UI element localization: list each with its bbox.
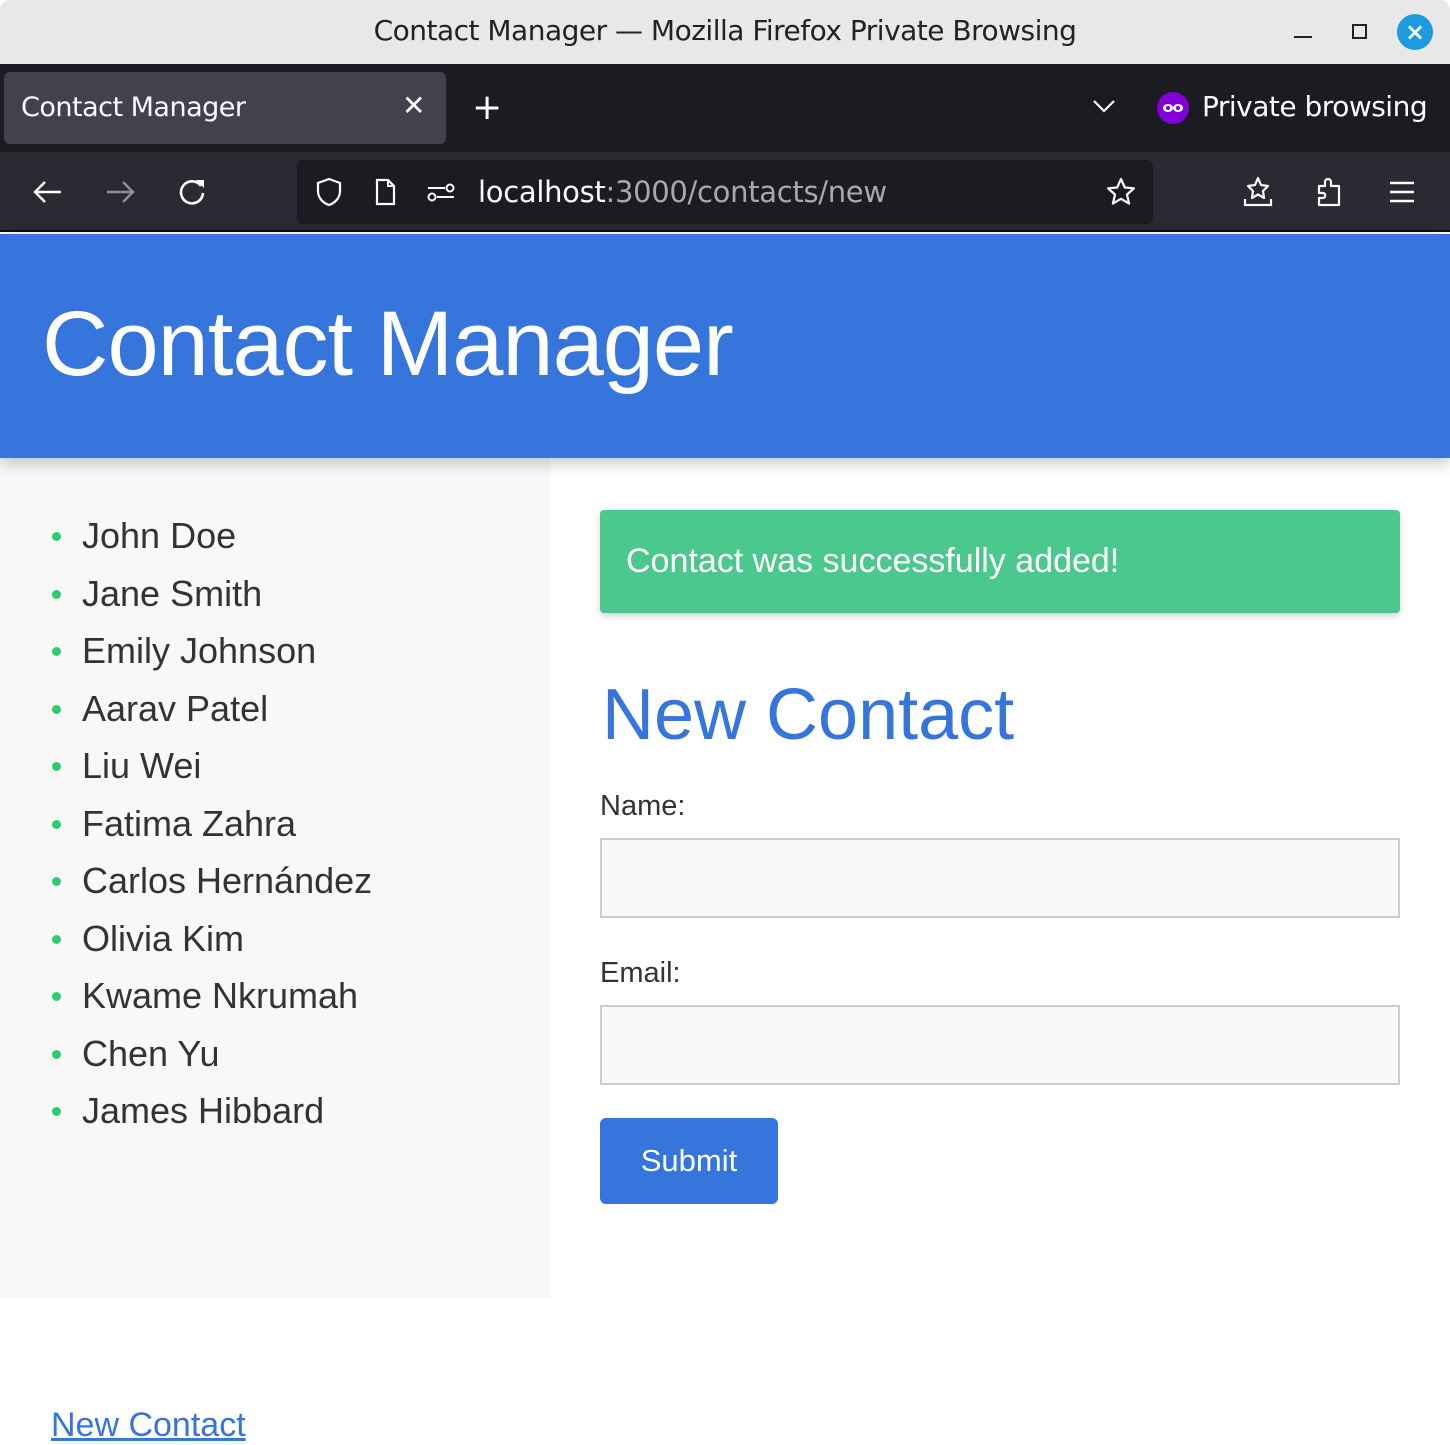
name-label: Name:	[600, 790, 686, 822]
bullet-icon	[52, 704, 61, 714]
contact-name: Jane Smith	[82, 572, 263, 614]
contact-list-item[interactable]: Liu Wei	[50, 746, 372, 804]
success-flash-message: Contact was successfully added!	[600, 510, 1400, 613]
bullet-icon	[52, 762, 61, 771]
back-button[interactable]	[30, 174, 66, 210]
forward-button[interactable]	[102, 174, 138, 210]
bullet-icon	[52, 992, 61, 1001]
star-icon[interactable]	[1105, 176, 1137, 208]
minimize-button[interactable]	[1294, 36, 1312, 38]
close-window-button[interactable]: ×	[1397, 14, 1433, 50]
bullet-icon	[52, 877, 61, 886]
email-label: Email:	[600, 957, 681, 989]
arrow-right-icon	[107, 181, 135, 203]
site-title: Contact Manager	[42, 293, 734, 395]
contact-list-item[interactable]: James Hibbard	[50, 1091, 372, 1149]
contact-name: Fatima Zahra	[82, 802, 297, 844]
contact-name: Chen Yu	[82, 1032, 220, 1074]
bullet-icon	[52, 1049, 61, 1059]
contact-name: Emily Johnson	[82, 630, 317, 671]
navigation-toolbar: localhost:3000/contacts/new	[0, 152, 1450, 232]
bullet-icon	[52, 532, 61, 541]
arrow-left-icon	[33, 181, 61, 203]
site-header: Contact Manager	[0, 234, 1450, 458]
tab-close-icon[interactable]: ✕	[402, 90, 425, 122]
puzzle-icon[interactable]	[1312, 174, 1348, 210]
window-title: Contact Manager — Mozilla Firefox Privat…	[373, 14, 1077, 47]
plus-icon: +	[472, 87, 503, 128]
private-browsing-label: Private browsing	[1202, 90, 1428, 123]
bullet-icon	[52, 647, 61, 656]
shield-icon[interactable]	[313, 176, 345, 208]
contact-list-item[interactable]: Carlos Hernández	[50, 861, 372, 919]
bullet-icon	[52, 819, 61, 829]
pocket-icon[interactable]	[1240, 174, 1276, 210]
tab-contact-manager[interactable]: Contact Manager ✕	[4, 72, 446, 144]
new-contact-link[interactable]: New Contact	[51, 1406, 246, 1445]
contact-name: Olivia Kim	[82, 917, 245, 959]
maximize-button[interactable]	[1352, 24, 1367, 39]
contact-list-item[interactable]: Fatima Zahra	[50, 802, 372, 862]
permissions-icon[interactable]	[425, 176, 457, 208]
url-text[interactable]: localhost:3000/contacts/new	[478, 175, 887, 209]
contact-name: John Doe	[82, 515, 237, 556]
page-icon[interactable]	[369, 176, 401, 208]
url-bar[interactable]: localhost:3000/contacts/new	[297, 160, 1153, 224]
contact-list-item[interactable]: Emily Johnson	[50, 631, 372, 689]
contact-name: Aarav Patel	[82, 687, 269, 729]
tab-strip: Contact Manager ✕ + Private browsing	[0, 64, 1450, 152]
new-tab-button[interactable]: +	[472, 90, 502, 126]
form-title: New Contact	[602, 675, 1015, 755]
close-icon: ×	[1404, 18, 1426, 46]
contact-name: Liu Wei	[82, 745, 202, 786]
contact-name: Carlos Hernández	[82, 860, 373, 901]
url-path: :3000/contacts/new	[605, 175, 887, 209]
contact-list-item[interactable]: Chen Yu	[50, 1032, 372, 1092]
sidebar: John Doe Jane Smith Emily Johnson Aarav …	[0, 458, 550, 1444]
tab-list-chevron-down-icon[interactable]	[1090, 92, 1118, 120]
contact-list-item[interactable]: Olivia Kim	[50, 917, 372, 977]
main-content: Contact was successfully added! New Cont…	[550, 458, 1450, 1298]
page-content: Contact Manager John Doe Jane Smith Emil…	[0, 234, 1450, 1444]
contact-list-item[interactable]: Kwame Nkrumah	[50, 976, 372, 1034]
tab-label: Contact Manager	[21, 92, 246, 123]
flash-text: Contact was successfully added!	[626, 542, 1120, 580]
window-titlebar: Contact Manager — Mozilla Firefox Privat…	[0, 0, 1450, 64]
url-host: localhost	[478, 175, 606, 209]
contact-list-item[interactable]: Aarav Patel	[50, 687, 372, 747]
email-input[interactable]	[600, 1005, 1400, 1085]
contact-name: James Hibbard	[82, 1090, 325, 1131]
private-browsing-icon	[1157, 92, 1189, 124]
bullet-icon	[52, 1107, 61, 1116]
contact-name: Kwame Nkrumah	[82, 975, 359, 1016]
reload-button[interactable]	[174, 174, 210, 210]
name-input[interactable]	[600, 838, 1400, 918]
hamburger-icon[interactable]	[1384, 174, 1420, 210]
bullet-icon	[52, 589, 61, 599]
contact-list-item[interactable]: Jane Smith	[50, 572, 372, 632]
submit-button[interactable]: Submit	[600, 1118, 778, 1204]
reload-icon	[179, 180, 205, 205]
contact-list-item[interactable]: John Doe	[50, 516, 372, 574]
bullet-icon	[52, 934, 61, 944]
contact-list: John Doe Jane Smith Emily Johnson Aarav …	[50, 516, 372, 1149]
